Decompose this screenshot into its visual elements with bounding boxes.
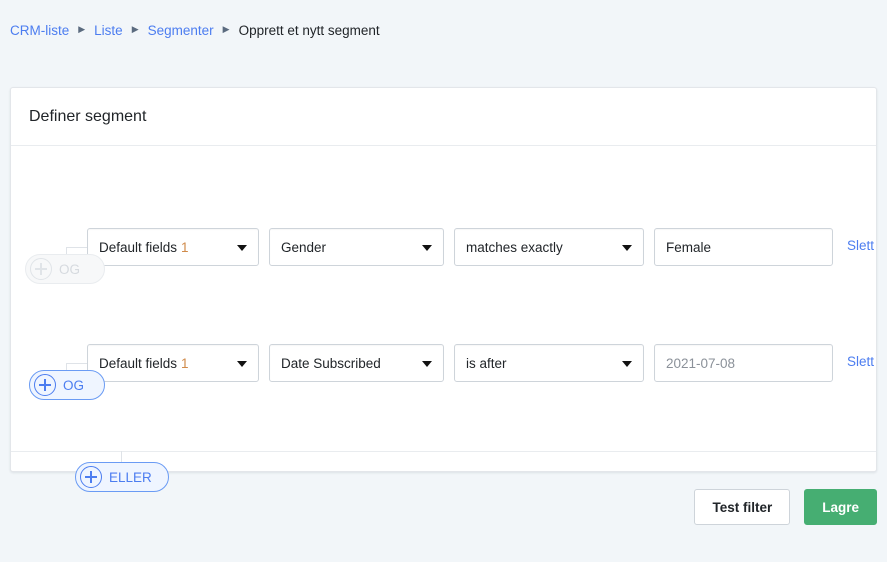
property-label: Date Subscribed: [281, 355, 381, 371]
field-group-label: Default fields: [99, 239, 178, 255]
plus-circle-icon: [80, 466, 102, 488]
breadcrumb-item-segmenter[interactable]: Segmenter: [148, 23, 214, 38]
field-group-label: Default fields: [99, 355, 178, 371]
field-group-select-2[interactable]: Default fields 1: [87, 344, 259, 382]
breadcrumb-separator-icon: ▶: [222, 23, 230, 34]
property-select-1[interactable]: Gender: [269, 228, 444, 266]
breadcrumb-separator-icon: ▶: [131, 23, 139, 34]
test-filter-button[interactable]: Test filter: [694, 489, 791, 525]
add-and-condition-button[interactable]: OG: [29, 370, 106, 400]
footer-actions: Test filter Lagre: [10, 489, 877, 525]
segment-builder: Default fields 1 Gender matches exactly …: [11, 146, 876, 492]
condition-row: Default fields 1 Gender matches exactly …: [11, 228, 876, 266]
chevron-down-icon: [237, 361, 247, 367]
add-or-group-button[interactable]: ELLER: [75, 462, 169, 492]
delete-condition-link-2[interactable]: Slett: [847, 354, 874, 369]
field-group-count: 1: [181, 355, 189, 371]
and-button-label: OG: [59, 261, 81, 277]
define-segment-card: Definer segment Default fields 1 Gender …: [10, 87, 877, 492]
breadcrumb: CRM-liste ▶ Liste ▶ Segmenter ▶ Opprett …: [0, 0, 887, 40]
card-header: Definer segment: [11, 88, 876, 146]
page-title: Definer segment: [29, 107, 147, 125]
operator-label: is after: [466, 355, 507, 371]
property-select-2[interactable]: Date Subscribed: [269, 344, 444, 382]
chevron-down-icon: [422, 245, 432, 251]
group-divider: [11, 451, 876, 452]
breadcrumb-item-crm-liste[interactable]: CRM-liste: [10, 23, 69, 38]
breadcrumb-item-liste[interactable]: Liste: [94, 23, 123, 38]
chevron-down-icon: [422, 361, 432, 367]
field-group-count: 1: [181, 239, 189, 255]
value-input-2[interactable]: [654, 344, 833, 382]
field-group-select-1[interactable]: Default fields 1: [87, 228, 259, 266]
add-and-condition-button-disabled: OG: [25, 254, 105, 284]
breadcrumb-item-current: Opprett et nytt segment: [238, 22, 380, 38]
plus-circle-icon: [34, 374, 56, 396]
and-button-label: OG: [63, 377, 85, 393]
operator-label: matches exactly: [466, 239, 563, 255]
breadcrumb-separator-icon: ▶: [78, 23, 86, 34]
plus-circle-icon: [30, 258, 52, 280]
condition-row: Default fields 1 Date Subscribed is afte…: [11, 344, 876, 382]
chevron-down-icon: [622, 361, 632, 367]
save-button[interactable]: Lagre: [804, 489, 877, 525]
or-button-label: ELLER: [109, 469, 152, 485]
value-input-1[interactable]: [654, 228, 833, 266]
chevron-down-icon: [622, 245, 632, 251]
operator-select-1[interactable]: matches exactly: [454, 228, 644, 266]
chevron-down-icon: [237, 245, 247, 251]
delete-condition-link-1[interactable]: Slett: [847, 238, 874, 253]
property-label: Gender: [281, 239, 327, 255]
operator-select-2[interactable]: is after: [454, 344, 644, 382]
